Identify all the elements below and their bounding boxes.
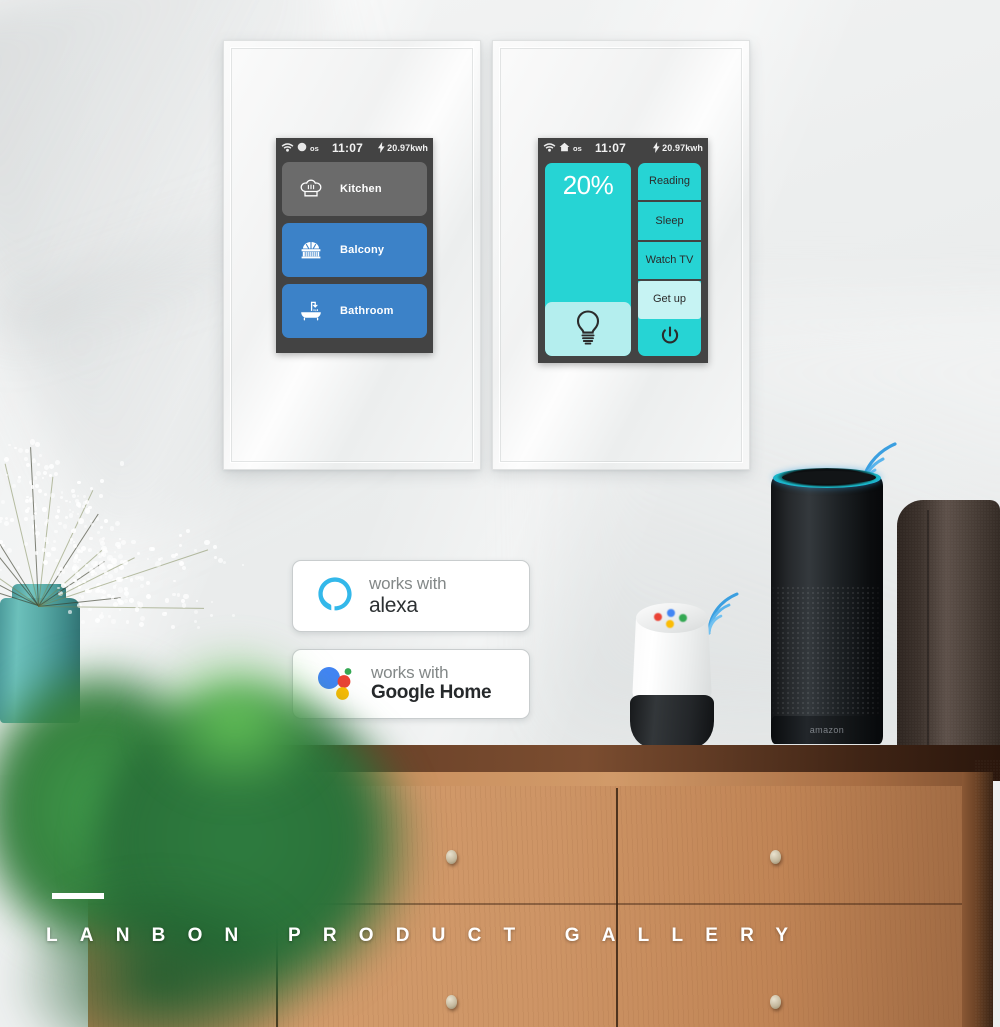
chef-hat-icon (298, 176, 324, 202)
alexa-ring-icon (315, 574, 355, 619)
home-icon (559, 142, 570, 155)
room-label: Kitchen (340, 183, 382, 195)
badge-bottom-text: Google Home (371, 681, 492, 703)
status-mode-label: os (573, 143, 582, 153)
badge-top-text: works with (371, 663, 449, 683)
google-home-led-green (679, 614, 687, 622)
status-power-value: 20.97kwh (662, 143, 703, 153)
light-bulb-icon (572, 308, 604, 351)
status-mode-label: os (310, 143, 319, 153)
power-button[interactable] (638, 319, 701, 356)
google-home-speaker (628, 603, 716, 749)
status-bar-right: os 11:07 20.97kwh (538, 138, 708, 158)
google-home-led-blue (667, 609, 675, 617)
light-toggle-button[interactable] (545, 302, 631, 356)
status-time: 11:07 (594, 141, 626, 155)
echo-speaker-grille (771, 586, 883, 736)
status-power-value: 20.97kwh (387, 143, 428, 153)
brightness-percent: 20% (562, 170, 614, 200)
google-home-touch-top[interactable] (636, 603, 708, 633)
echo-body (771, 476, 883, 744)
caption-rule (52, 893, 104, 899)
wifi-icon (281, 142, 294, 155)
room-button-list: Kitchen Balcony Bathroom (276, 158, 433, 344)
echo-led-ring (773, 468, 881, 488)
cabinet-knob[interactable] (770, 850, 781, 864)
armchair (897, 500, 1000, 758)
status-bar-left: os 11:07 20.97kwh (276, 138, 433, 158)
room-button-kitchen[interactable]: Kitchen (282, 162, 427, 216)
control-area: 20% Reading Sleep Watch TV Get up (538, 158, 708, 363)
scene-button-sleep[interactable]: Sleep (638, 202, 701, 242)
switch-screen-left[interactable]: os 11:07 20.97kwh Kitchen Balcony Bathro… (276, 138, 433, 353)
room-button-bathroom[interactable]: Bathroom (282, 284, 427, 338)
scene-button-get-up[interactable]: Get up (638, 281, 701, 319)
page-title: LANBON PRODUCT GALLERY (46, 925, 811, 946)
power-icon (659, 325, 681, 350)
room-button-balcony[interactable]: Balcony (282, 223, 427, 277)
scene-button-list: Reading Sleep Watch TV Get up (638, 163, 701, 356)
google-home-fabric-base (630, 695, 714, 747)
room-label: Balcony (340, 244, 385, 256)
moon-icon (297, 142, 307, 155)
works-with-alexa-badge: works with alexa (292, 560, 530, 632)
cabinet-knob[interactable] (446, 995, 457, 1009)
badge-top-text: works with (369, 574, 447, 594)
product-gallery-scene: os 11:07 20.97kwh Kitchen Balcony Bathro… (0, 0, 1000, 1027)
echo-brand-label: amazon (809, 725, 845, 735)
blurred-foreground-leaf (140, 640, 330, 800)
room-label: Bathroom (340, 305, 394, 317)
scene-button-watch-tv[interactable]: Watch TV (638, 242, 701, 282)
bolt-icon (653, 141, 660, 155)
scene-button-reading[interactable]: Reading (638, 163, 701, 203)
cabinet-knob[interactable] (770, 995, 781, 1009)
switch-screen-right[interactable]: os 11:07 20.97kwh 20% Reading Sleep Watc… (538, 138, 708, 363)
bolt-icon (378, 141, 385, 155)
status-time: 11:07 (331, 141, 363, 155)
cabinet-door-seam (616, 788, 618, 1027)
brightness-dimmer-slider[interactable]: 20% (545, 163, 631, 356)
badge-text: works with alexa (369, 574, 447, 617)
badge-bottom-text: alexa (369, 593, 418, 617)
bathtub-icon (298, 298, 324, 324)
cabinet-knob[interactable] (446, 850, 457, 864)
floor-edge (975, 760, 1000, 1027)
google-home-led-red (654, 613, 662, 621)
balcony-icon (298, 237, 324, 263)
babys-breath-flowers (0, 378, 245, 630)
wifi-icon (543, 142, 556, 155)
badge-text: works with Google Home (371, 663, 492, 704)
google-home-led-yellow (666, 620, 674, 628)
amazon-echo-speaker: amazon (771, 468, 883, 746)
